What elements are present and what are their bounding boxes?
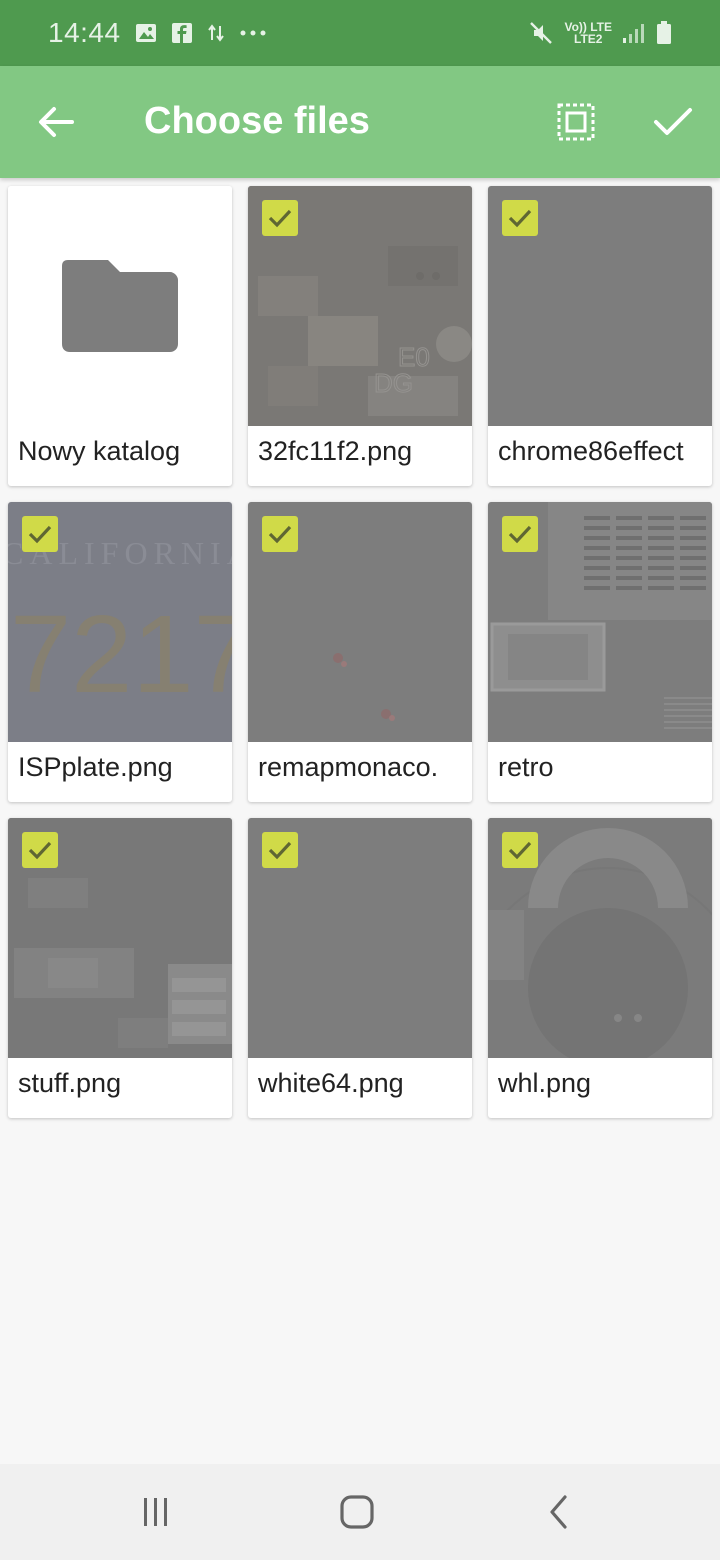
home-icon[interactable] (333, 1488, 381, 1536)
folder-thumbnail (8, 186, 232, 426)
file-card-folder[interactable]: Nowy katalog (8, 186, 232, 486)
status-time: 14:44 (48, 17, 121, 48)
texture-text-2: DG (374, 368, 413, 398)
file-card-image[interactable]: CALIFORNIA 7217 ISPplate.png (8, 502, 232, 802)
signal-icon (622, 22, 646, 44)
file-name: chrome86effect (498, 436, 684, 466)
file-card-image[interactable]: stuff.png (8, 818, 232, 1118)
file-name: whl.png (498, 1068, 592, 1098)
image-thumbnail (8, 818, 232, 1058)
image-thumbnail (488, 186, 712, 426)
network-bottom-text: LTE2 (574, 32, 603, 46)
checkbox-checked[interactable] (262, 832, 298, 868)
image-thumbnail (248, 502, 472, 742)
folder-icon (62, 260, 178, 352)
network-indicator: Vo)) LTE LTE2 (564, 21, 612, 45)
checkbox-checked[interactable] (502, 516, 538, 552)
checkbox-checked[interactable] (22, 516, 58, 552)
image-thumbnail (488, 818, 712, 1058)
battery-icon (656, 21, 672, 45)
system-nav-bar (0, 1464, 720, 1560)
file-name: ISPplate.png (18, 752, 173, 782)
file-card-image[interactable]: whl.png (488, 818, 712, 1118)
status-bar: 14:44 Vo)) LTE LTE2 (0, 0, 720, 66)
mute-icon (528, 20, 554, 46)
image-icon (135, 22, 157, 44)
more-dots-icon (239, 28, 267, 38)
page-title: Choose files (144, 100, 370, 142)
nav-back-icon[interactable] (534, 1488, 582, 1536)
image-thumbnail: CALIFORNIA 7217 (8, 502, 232, 742)
arrow-back-icon[interactable] (30, 100, 82, 144)
data-transfer-icon (207, 22, 225, 44)
image-thumbnail (488, 502, 712, 742)
check-icon[interactable] (648, 98, 698, 146)
status-right: Vo)) LTE LTE2 (528, 20, 672, 46)
checkbox-checked[interactable] (262, 516, 298, 552)
select-all-icon[interactable] (552, 100, 600, 144)
file-name: 32fc11f2.png (258, 436, 413, 466)
file-card-image[interactable]: E0 DG 32fc11f2.png (248, 186, 472, 486)
file-card-image[interactable]: remapmonaco. (248, 502, 472, 802)
app-toolbar: Choose files (0, 66, 720, 178)
plate-number-text: 7217 (10, 593, 232, 716)
file-name: white64.png (258, 1068, 404, 1098)
recents-icon[interactable] (132, 1488, 180, 1536)
checkbox-checked[interactable] (502, 832, 538, 868)
file-name: stuff.png (18, 1068, 122, 1098)
file-name: Nowy katalog (18, 436, 181, 466)
checkbox-checked[interactable] (502, 200, 538, 236)
facebook-icon (171, 22, 193, 44)
image-thumbnail (248, 818, 472, 1058)
checkbox-checked[interactable] (262, 200, 298, 236)
image-thumbnail: E0 DG (248, 186, 472, 426)
file-card-image[interactable]: white64.png (248, 818, 472, 1118)
checkbox-checked[interactable] (22, 832, 58, 868)
file-name: retro (498, 752, 554, 782)
file-card-image[interactable]: retro (488, 502, 712, 802)
status-left: 14:44 (48, 17, 267, 49)
file-name: remapmonaco. (258, 752, 439, 782)
file-card-image[interactable]: chrome86effect (488, 186, 712, 486)
